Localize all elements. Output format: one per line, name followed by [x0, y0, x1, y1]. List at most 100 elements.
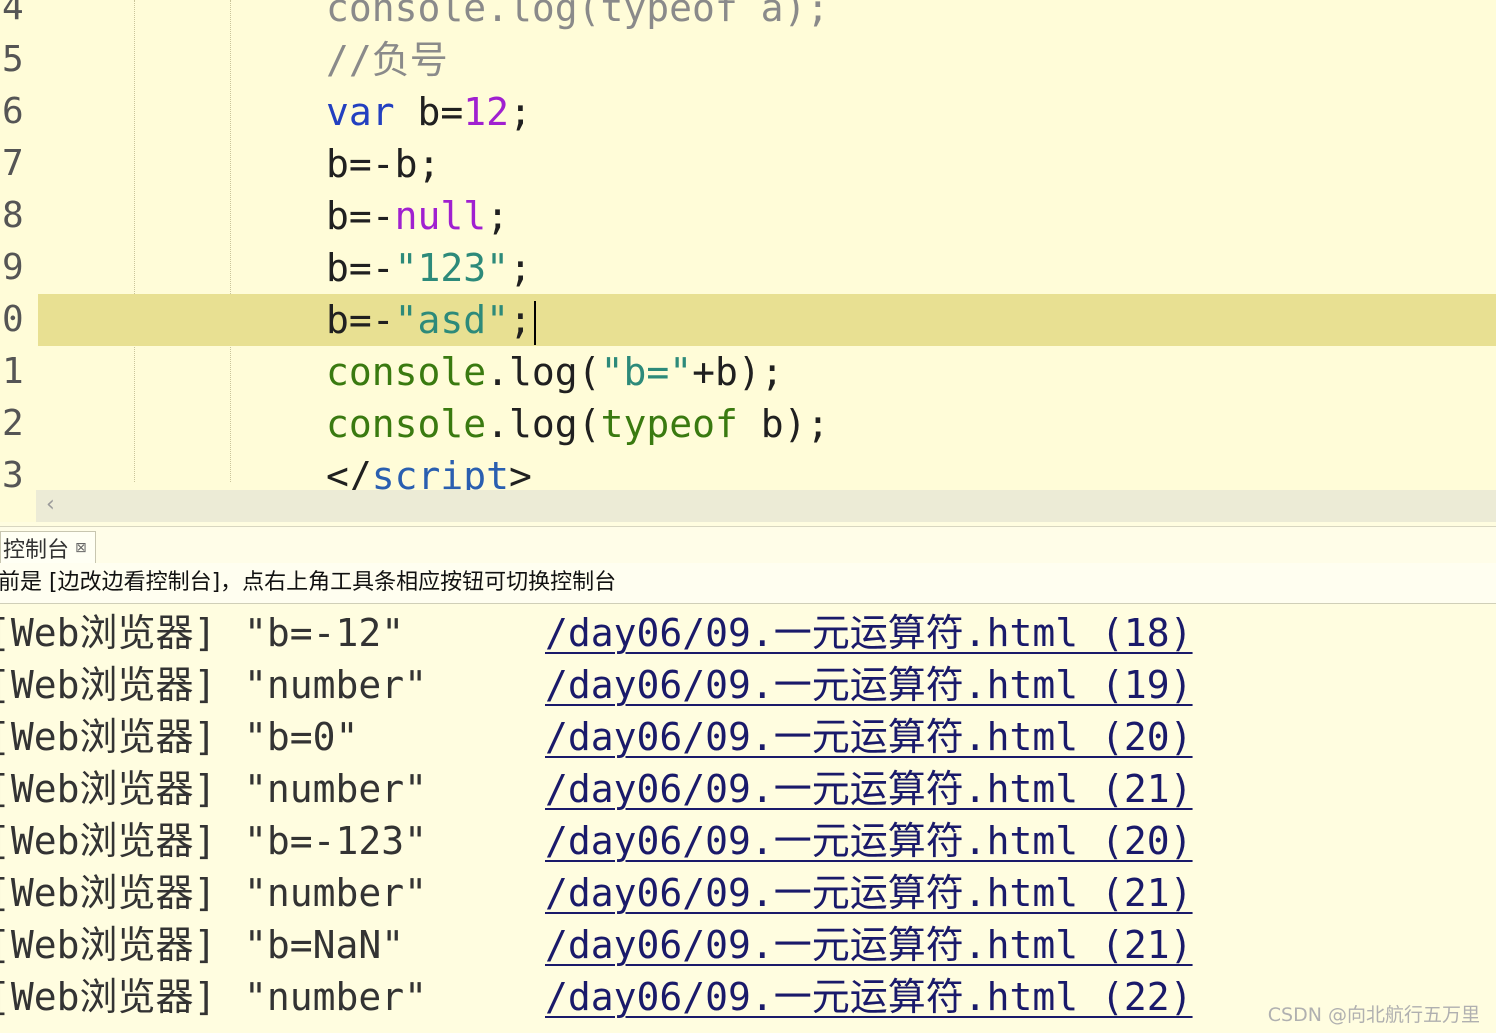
code-token: ;	[509, 298, 532, 342]
line-number: 8	[2, 195, 24, 236]
code-token: null	[394, 194, 487, 238]
console-row: [Web浏览器] "number" /day06/09.一元运算符.html (21…	[0, 867, 1496, 919]
editor-line[interactable]: 2 console.log(typeof b);	[0, 398, 1496, 450]
console-message: "number"	[244, 767, 428, 811]
console-row: [Web浏览器] "b=NaN" /day06/09.一元运算符.html (21)	[0, 919, 1496, 971]
console-row: [Web浏览器] "b=0" /day06/09.一元运算符.html (20)	[0, 711, 1496, 763]
code-token: ;	[509, 246, 532, 290]
line-number: 7	[2, 143, 24, 184]
code-token: console	[326, 350, 487, 394]
console-source-link[interactable]: /day06/09.一元运算符.html (22)	[545, 971, 1193, 1023]
code-token: >	[509, 454, 532, 490]
code-text: console.log("b="+b);	[326, 346, 784, 398]
editor-line[interactable]: 3 </script>	[0, 450, 1496, 490]
console-info-bar: 前是 [边改边看控制台]，点右上角工具条相应按钮可切换控制台	[0, 563, 1496, 604]
console-message: "b=-12"	[244, 611, 405, 655]
console-source-link[interactable]: /day06/09.一元运算符.html (20)	[545, 815, 1193, 867]
console-source: [Web浏览器]	[0, 819, 217, 863]
horizontal-scrollbar[interactable]: ‹	[36, 490, 1496, 522]
code-token: ;	[486, 194, 510, 238]
code-token: 12	[463, 90, 510, 134]
console-source: [Web浏览器]	[0, 663, 217, 707]
code-text: console.log(typeof b);	[326, 398, 829, 450]
code-text: console.log(typeof a);	[326, 0, 829, 34]
console-source-link[interactable]: /day06/09.一元运算符.html (21)	[545, 867, 1193, 919]
line-number: 6	[2, 91, 24, 132]
code-token: "asd"	[394, 298, 510, 342]
editor-line[interactable]: 1 console.log("b="+b);	[0, 346, 1496, 398]
console-source-link[interactable]: /day06/09.一元运算符.html (20)	[545, 711, 1193, 763]
code-token: b=-	[326, 298, 395, 342]
code-token: b=-b;	[326, 142, 441, 186]
line-number: 5	[2, 39, 24, 80]
tab-console-label: 控制台	[3, 538, 70, 563]
editor-line[interactable]: 8 b=-null;	[0, 190, 1496, 242]
console-message: "number"	[244, 871, 428, 915]
code-token: //负号	[326, 38, 448, 82]
code-token: log	[509, 350, 578, 394]
text-caret	[533, 300, 536, 345]
console-source: [Web浏览器]	[0, 923, 217, 967]
console-message: "b=NaN"	[244, 923, 405, 967]
code-token: var	[326, 90, 395, 134]
code-token: console.log(typeof a);	[326, 0, 830, 30]
console-message: "number"	[244, 975, 428, 1019]
close-icon[interactable]: ⊠	[75, 540, 87, 556]
code-token: b=-	[326, 194, 395, 238]
code-token: (	[577, 350, 601, 394]
console-tab-bar: 控制台 ⊠	[0, 526, 1496, 564]
current-line-highlight	[38, 294, 1496, 346]
console-message: "number"	[244, 663, 428, 707]
code-token: b);	[737, 402, 830, 446]
console-source-link[interactable]: /day06/09.一元运算符.html (19)	[545, 659, 1193, 711]
code-text: b=-b;	[326, 138, 440, 190]
console-row: [Web浏览器] "b=-12" /day06/09.一元运算符.html (18)	[0, 607, 1496, 659]
editor-line[interactable]: 7 b=-b;	[0, 138, 1496, 190]
code-text: var b=12;	[326, 86, 532, 138]
line-number: 0	[2, 299, 24, 340]
console-source: [Web浏览器]	[0, 767, 217, 811]
code-token: log	[509, 402, 578, 446]
tab-console[interactable]: 控制台 ⊠	[0, 531, 96, 564]
code-token: +b);	[692, 350, 784, 394]
code-text: b=-null;	[326, 190, 509, 242]
scrollbar-gutter	[0, 490, 36, 522]
code-token: b=	[394, 90, 464, 134]
console-row: [Web浏览器] "number" /day06/09.一元运算符.html (19…	[0, 659, 1496, 711]
code-token: "b="	[600, 350, 693, 394]
console-source-link[interactable]: /day06/09.一元运算符.html (21)	[545, 763, 1193, 815]
console-source: [Web浏览器]	[0, 975, 217, 1019]
scroll-left-icon[interactable]: ‹	[46, 492, 55, 517]
editor-line[interactable]: 4 console.log(typeof a);	[0, 0, 1496, 34]
line-number: 3	[2, 455, 24, 490]
console-info-text: 前是 [边改边看控制台]，点右上角工具条相应按钮可切换控制台	[0, 570, 617, 595]
line-number: 2	[2, 403, 24, 444]
code-token: typeof	[600, 402, 738, 446]
editor-line[interactable]: 5 //负号	[0, 34, 1496, 86]
code-token: </	[326, 454, 372, 490]
code-text: b=-"123";	[326, 242, 532, 294]
code-token: "123"	[394, 246, 510, 290]
console-message: "b=0"	[244, 715, 359, 759]
console-row: [Web浏览器] "b=-123" /day06/09.一元运算符.html (20…	[0, 815, 1496, 867]
line-number: 4	[2, 0, 24, 28]
console-source-link[interactable]: /day06/09.一元运算符.html (18)	[545, 607, 1193, 659]
code-token: ;	[509, 90, 532, 134]
code-editor[interactable]: 4 console.log(typeof a); 5//负号 6 var b=12; 7 b…	[0, 0, 1496, 490]
watermark: CSDN @向北航行五万里	[1267, 1004, 1480, 1026]
console-source: [Web浏览器]	[0, 715, 217, 759]
code-token: .	[486, 402, 510, 446]
console-source: [Web浏览器]	[0, 871, 217, 915]
line-number: 1	[2, 351, 24, 392]
editor-line[interactable]: 9 b=-"123";	[0, 242, 1496, 294]
editor-line[interactable]: 0 b=-"asd";	[0, 294, 1496, 346]
code-token: .	[486, 350, 510, 394]
code-token: (	[577, 402, 601, 446]
code-text: </script>	[326, 450, 532, 490]
console-source-link[interactable]: /day06/09.一元运算符.html (21)	[545, 919, 1193, 971]
code-token: script	[371, 454, 510, 490]
line-number: 9	[2, 247, 24, 288]
editor-line[interactable]: 6 var b=12;	[0, 86, 1496, 138]
code-text: //负号	[326, 34, 448, 86]
console-source: [Web浏览器]	[0, 611, 217, 655]
